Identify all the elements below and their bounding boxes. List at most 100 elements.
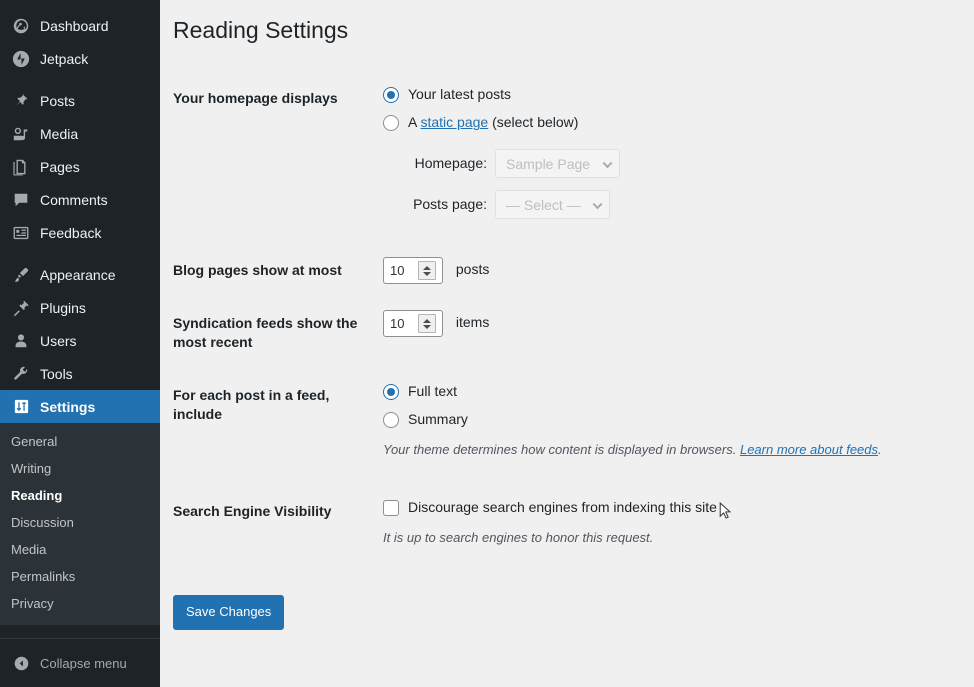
search-visibility-description: It is up to search engines to honor this…	[383, 529, 654, 545]
submenu-item-reading[interactable]: Reading	[0, 482, 160, 509]
sidebar-item-label: Comments	[40, 191, 108, 208]
radio-row-latest-posts[interactable]: Your latest posts	[383, 85, 964, 105]
settings-submenu: General Writing Reading Discussion Media…	[0, 423, 160, 625]
submenu-item-writing[interactable]: Writing	[0, 455, 160, 482]
sidebar-item-media[interactable]: Media	[0, 117, 160, 150]
syndication-unit: items	[455, 314, 490, 331]
radio-row-static-page[interactable]: A static page (select below)	[383, 113, 964, 133]
content-gutter	[160, 0, 173, 687]
row-homepage-displays: Your homepage displays Your latest posts…	[173, 72, 974, 244]
submit-row: Save Changes	[173, 573, 974, 630]
plugin-icon	[11, 298, 31, 318]
spinner-down-arrow[interactable]	[423, 324, 431, 329]
learn-more-feeds-link[interactable]: Learn more about feeds	[740, 442, 878, 457]
spinner-updown-icon[interactable]	[418, 314, 436, 334]
radio-row-full-text[interactable]: Full text	[383, 382, 964, 402]
sidebar-item-posts[interactable]: Posts	[0, 84, 160, 117]
sidebar-group-content: Posts Media Pages Comments Feedback	[0, 84, 160, 249]
sidebar-item-appearance[interactable]: Appearance	[0, 258, 160, 291]
spinner-down-arrow[interactable]	[423, 271, 431, 276]
blog-pages-input[interactable]	[384, 258, 418, 284]
static-suffix: (select below)	[488, 114, 579, 131]
discourage-search-engines-checkbox[interactable]	[383, 500, 399, 517]
row-syndication-feeds: Syndication feeds show the most recent i…	[173, 297, 974, 369]
submenu-item-privacy[interactable]: Privacy	[0, 590, 160, 617]
radio-full-text-label: Full text	[408, 382, 458, 399]
sidebar-item-jetpack[interactable]: Jetpack	[0, 42, 160, 75]
sidebar-item-users[interactable]: Users	[0, 324, 160, 357]
sidebar-item-tools[interactable]: Tools	[0, 357, 160, 390]
save-changes-button[interactable]: Save Changes	[173, 595, 285, 630]
spinner-updown-icon[interactable]	[418, 261, 436, 281]
wrench-icon	[11, 364, 31, 384]
static-page-selects: Homepage: Sample Page Posts page: — Sele…	[391, 149, 964, 220]
sidebar-item-label: Pages	[40, 158, 80, 175]
wordpress-admin-screen: Dashboard Jetpack Posts Media Pages Comm…	[0, 0, 974, 687]
user-icon	[11, 331, 31, 351]
sidebar-group-main: Dashboard Jetpack	[0, 9, 160, 75]
homepage-select-wrap[interactable]: Sample Page	[495, 149, 620, 179]
spinner-up-arrow[interactable]	[423, 265, 431, 270]
feed-description-suffix: .	[878, 442, 882, 458]
collapse-menu-button[interactable]: Collapse menu	[0, 639, 160, 687]
dashboard-icon	[11, 16, 31, 36]
blog-pages-number-input[interactable]	[383, 257, 443, 285]
radio-static-page[interactable]	[383, 115, 399, 132]
submenu-item-general[interactable]: General	[0, 428, 160, 455]
collapse-menu-container: Collapse menu	[0, 638, 160, 687]
static-prefix: A	[408, 114, 421, 131]
checkbox-row-discourage[interactable]: Discourage search engines from indexing …	[383, 498, 964, 518]
syndication-input[interactable]	[384, 311, 418, 337]
current-menu-arrow-icon	[160, 398, 168, 415]
sidebar-item-settings[interactable]: Settings	[0, 390, 168, 423]
collapse-menu-label: Collapse menu	[40, 655, 127, 671]
homepage-displays-options: Your latest posts A static page (select …	[383, 72, 974, 244]
homepage-select-row: Homepage: Sample Page	[391, 149, 964, 179]
homepage-select-label: Homepage:	[414, 154, 487, 171]
sidebar-item-dashboard[interactable]: Dashboard	[0, 9, 160, 42]
menu-spacer	[0, 249, 160, 258]
posts-page-select-wrap[interactable]: — Select —	[495, 190, 610, 220]
brush-icon	[11, 265, 31, 285]
radio-summary[interactable]	[383, 412, 399, 429]
jetpack-icon	[11, 49, 31, 69]
label-feed-include: For each post in a feed, include	[173, 386, 330, 422]
radio-row-summary[interactable]: Summary	[383, 410, 964, 430]
sidebar-item-label: Settings	[40, 398, 96, 415]
syndication-field: items	[383, 297, 974, 369]
submenu-item-media[interactable]: Media	[0, 536, 160, 563]
discourage-search-engines-label: Discourage search engines from indexing …	[408, 499, 717, 516]
sidebar-item-comments[interactable]: Comments	[0, 183, 160, 216]
sidebar-item-label: Posts	[40, 92, 76, 109]
sidebar-item-pages[interactable]: Pages	[0, 150, 160, 183]
menu-spacer	[0, 75, 160, 84]
radio-latest-posts[interactable]	[383, 86, 399, 103]
admin-sidebar: Dashboard Jetpack Posts Media Pages Comm…	[0, 0, 168, 687]
sidebar-item-label: Dashboard	[40, 17, 109, 34]
label-search-engine-visibility: Search Engine Visibility	[173, 503, 332, 520]
search-engine-visibility-field: Discourage search engines from indexing …	[383, 485, 974, 573]
spinner-up-arrow[interactable]	[423, 318, 431, 323]
pin-icon	[11, 91, 31, 111]
feed-include-options: Full text Summary Your theme determines …	[383, 369, 974, 485]
blog-pages-field: posts	[383, 244, 974, 297]
pages-icon	[11, 157, 31, 177]
settings-icon	[11, 397, 31, 417]
sidebar-item-feedback[interactable]: Feedback	[0, 216, 160, 249]
blog-pages-unit: posts	[455, 261, 490, 278]
label-homepage-displays: Your homepage displays	[173, 89, 338, 106]
homepage-select[interactable]: Sample Page	[495, 149, 620, 179]
sidebar-item-label: Users	[40, 332, 77, 349]
main-content: Reading Settings Your homepage displays …	[173, 0, 974, 687]
radio-full-text[interactable]	[383, 383, 399, 400]
syndication-number-input[interactable]	[383, 310, 443, 338]
submenu-item-permalinks[interactable]: Permalinks	[0, 563, 160, 590]
posts-page-select-label: Posts page:	[413, 195, 487, 212]
submenu-item-discussion[interactable]: Discussion	[0, 509, 160, 536]
static-page-link[interactable]: static page	[420, 114, 488, 130]
sidebar-item-label: Jetpack	[40, 50, 89, 67]
collapse-arrow-icon	[11, 655, 31, 672]
reading-settings-form: Your homepage displays Your latest posts…	[173, 72, 974, 573]
sidebar-item-plugins[interactable]: Plugins	[0, 291, 160, 324]
posts-page-select[interactable]: — Select —	[495, 190, 610, 220]
